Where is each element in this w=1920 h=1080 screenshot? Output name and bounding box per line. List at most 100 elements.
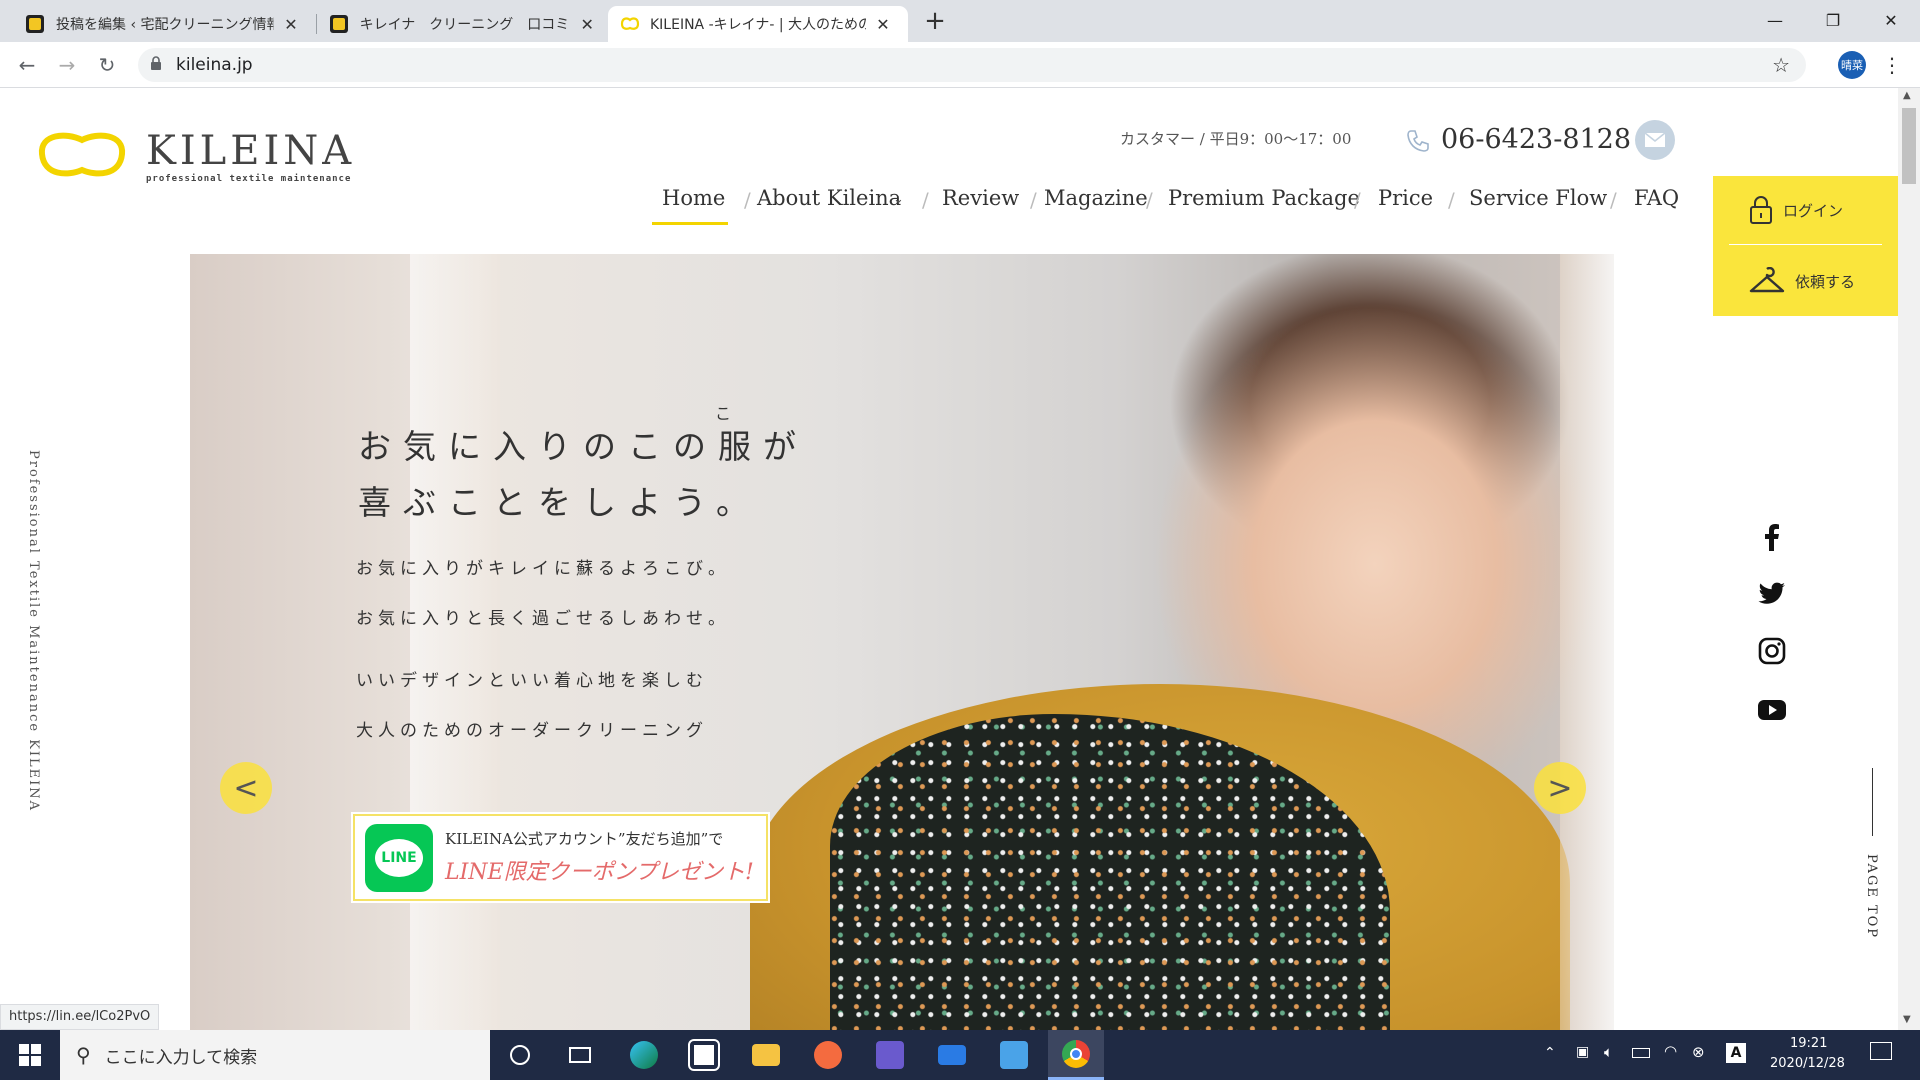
mail-app-icon[interactable]	[862, 1030, 918, 1080]
hero-copy-4: 大人のためのオーダークリーニング	[356, 721, 708, 741]
nav-active-underline	[652, 222, 728, 225]
browser-tab-active[interactable]: KILEINA -キレイナ- | 大人のための ✕	[608, 6, 908, 42]
edge-icon[interactable]	[616, 1030, 672, 1080]
mirror-frame	[1560, 254, 1614, 1030]
nav-review[interactable]: Review	[942, 186, 1019, 210]
close-icon[interactable]: ✕	[578, 15, 596, 34]
tray-chevron-icon[interactable]: ⌃	[1544, 1045, 1556, 1061]
ime-icon[interactable]: A	[1726, 1043, 1746, 1063]
mirror-frame	[410, 254, 500, 1030]
clock-time[interactable]: 19:21	[1790, 1036, 1827, 1051]
web-page: KILEINA professional textile maintenance…	[0, 88, 1898, 1030]
scroll-down-icon[interactable]: ▼	[1903, 1014, 1911, 1025]
chrome-icon[interactable]	[1048, 1030, 1104, 1080]
clock-date[interactable]: 2020/12/28	[1770, 1056, 1845, 1071]
panel-divider	[1729, 244, 1882, 245]
volume-icon[interactable]: 🔈︎	[1604, 1043, 1613, 1061]
battery-icon[interactable]	[1632, 1048, 1650, 1058]
store-icon[interactable]	[676, 1030, 732, 1080]
new-tab-button[interactable]: +	[920, 6, 950, 36]
nav-magazine[interactable]: Magazine	[1044, 186, 1148, 210]
photos-icon[interactable]	[986, 1030, 1042, 1080]
line-banner-text2: LINE限定クーポンプレゼント!	[445, 860, 754, 885]
close-icon[interactable]: ✕	[874, 15, 892, 34]
browser-tab-strip: 投稿を編集 ‹ 宅配クリーニング情報館 ✕ キレイナ クリーニング 口コミ | …	[0, 0, 1920, 42]
chevron-right-icon: >	[1547, 770, 1573, 806]
mail-icon[interactable]	[924, 1030, 980, 1080]
restore-icon[interactable]: ❐	[1804, 0, 1862, 40]
browser-toolbar: ← → ↻ kileina.jp ☆ 晴菜 ⋮	[0, 42, 1920, 88]
hanger-icon	[1749, 267, 1785, 293]
line-icon-text: LINE	[375, 839, 423, 877]
logo-mark-icon	[38, 132, 126, 177]
reload-icon[interactable]: ↻	[92, 50, 122, 80]
login-button[interactable]: ログイン	[1713, 176, 1898, 244]
page-top-line	[1872, 768, 1873, 836]
more-menu-icon[interactable]: ⋮	[1882, 52, 1902, 78]
line-app-icon: LINE	[365, 824, 433, 892]
login-label: ログイン	[1783, 201, 1844, 220]
phone-number[interactable]: 06-6423-8128	[1441, 124, 1631, 155]
windows-start-icon[interactable]	[2, 1030, 58, 1080]
hero-title-line2: 喜ぶことをしよう。	[358, 483, 762, 522]
nav-faq[interactable]: FAQ	[1634, 186, 1679, 210]
logo-tagline: professional textile maintenance	[146, 174, 352, 184]
vertical-tagline: Professional Textile Maintenance KILEINA	[26, 450, 41, 813]
mail-button[interactable]	[1635, 120, 1675, 160]
page-scrollbar[interactable]: ▲ ▼	[1898, 88, 1920, 1030]
nav-separator: /	[1610, 188, 1617, 212]
slider-prev-button[interactable]: <	[220, 762, 272, 814]
chevron-left-icon: <	[233, 770, 259, 806]
hero-title-line1: お気に入りのこの服が	[358, 427, 808, 466]
scroll-up-icon[interactable]: ▲	[1903, 90, 1911, 101]
browser-tab[interactable]: キレイナ クリーニング 口コミ | 宅配 ✕	[318, 6, 608, 42]
taskbar-search[interactable]: ⚲ ここに入力して検索	[60, 1030, 490, 1080]
phone-icon	[1405, 128, 1431, 154]
app-icon[interactable]	[800, 1030, 856, 1080]
back-arrow-icon[interactable]: ←	[12, 50, 42, 80]
page-top-link[interactable]: PAGE TOP	[1864, 854, 1879, 939]
nav-separator: /	[1354, 188, 1361, 212]
nav-premium-package[interactable]: Premium Package	[1168, 186, 1360, 210]
cortana-icon[interactable]	[492, 1030, 548, 1080]
status-url: https://lin.ee/lCo2PvO	[0, 1004, 160, 1030]
tab-title: キレイナ クリーニング 口コミ | 宅配	[359, 17, 571, 33]
notification-icon[interactable]	[1870, 1042, 1892, 1060]
tab-title: 投稿を編集 ‹ 宅配クリーニング情報館	[56, 17, 274, 33]
nav-separator: /	[744, 188, 751, 212]
request-button[interactable]: 依頼する	[1713, 246, 1898, 316]
windows-taskbar: ⚲ ここに入力して検索 ⌃ ▣ 🔈︎ ◠ ⊗ A 19:21 2020/12/2…	[0, 1030, 1920, 1080]
youtube-icon[interactable]	[1757, 695, 1787, 725]
nav-separator: /	[1030, 188, 1037, 212]
close-window-icon[interactable]: ✕	[1862, 0, 1920, 40]
facebook-icon[interactable]	[1757, 522, 1787, 552]
tray-meet-icon[interactable]: ▣	[1576, 1044, 1589, 1060]
wifi-icon[interactable]: ◠	[1664, 1042, 1677, 1060]
nav-about[interactable]: About Kileina	[757, 186, 901, 210]
minimize-icon[interactable]: —	[1746, 0, 1804, 40]
task-view-icon[interactable]	[552, 1030, 608, 1080]
site-favicon-icon	[26, 15, 44, 33]
nav-service-flow[interactable]: Service Flow	[1469, 186, 1607, 210]
slider-next-button[interactable]: >	[1534, 762, 1586, 814]
close-icon[interactable]: ✕	[282, 15, 300, 34]
nav-home[interactable]: Home	[662, 186, 725, 210]
mail-icon	[1644, 132, 1666, 147]
address-bar[interactable]: kileina.jp ☆	[138, 48, 1806, 82]
scrollbar-thumb[interactable]	[1902, 108, 1916, 184]
twitter-icon[interactable]	[1757, 579, 1787, 609]
nav-price[interactable]: Price	[1378, 186, 1433, 210]
line-coupon-banner[interactable]: LINE KILEINA公式アカウント”友だち追加”で LINE限定クーポンプレ…	[353, 814, 768, 901]
site-logo[interactable]: KILEINA professional textile maintenance	[36, 124, 356, 184]
tab-divider	[316, 14, 317, 34]
forward-arrow-icon[interactable]: →	[52, 50, 82, 80]
profile-avatar[interactable]: 晴菜	[1838, 51, 1866, 79]
file-explorer-icon[interactable]	[738, 1030, 794, 1080]
request-label: 依頼する	[1795, 272, 1856, 291]
hero-copy-1: お気に入りがキレイに蘇るよろこび。	[356, 559, 730, 579]
bookmark-star-icon[interactable]: ☆	[1772, 53, 1790, 77]
instagram-icon[interactable]	[1757, 636, 1787, 666]
chevron-down-icon: ⌄	[893, 192, 904, 207]
cancel-circle-icon[interactable]: ⊗	[1692, 1043, 1705, 1061]
browser-tab[interactable]: 投稿を編集 ‹ 宅配クリーニング情報館 ✕	[14, 6, 314, 42]
